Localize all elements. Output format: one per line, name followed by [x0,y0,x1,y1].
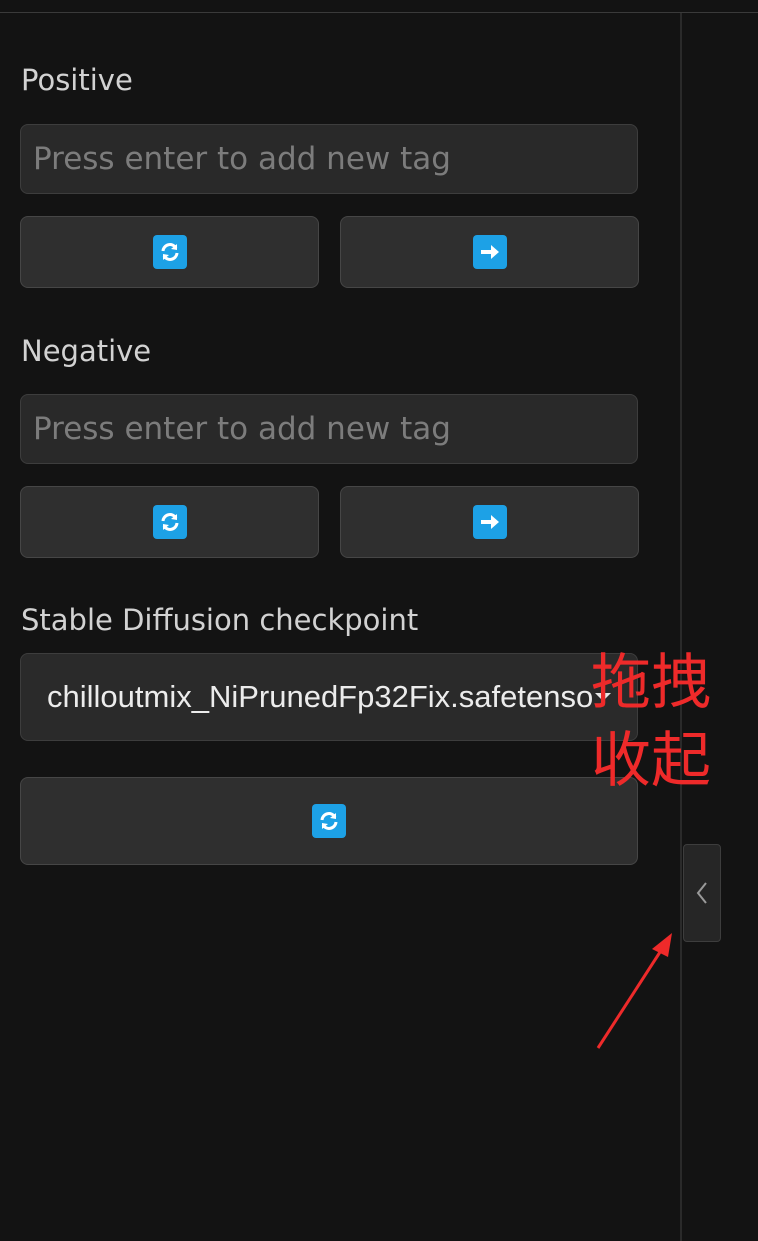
panel-resize-divider[interactable] [680,13,682,1241]
annotation-line-2: 收起 [591,726,711,796]
positive-refresh-button[interactable] [20,216,319,288]
annotation-text: 拖拽 收起 [586,644,716,800]
checkpoint-selected-value: chilloutmix_NiPrunedFp32Fix.safetensors [47,679,593,714]
negative-label: Negative [21,334,152,368]
checkpoint-select[interactable]: chilloutmix_NiPrunedFp32Fix.safetensors [20,653,638,741]
arrow-right-icon [472,505,507,539]
refresh-icon [312,804,346,838]
annotation-arrow-icon [596,933,672,1049]
refresh-icon [152,505,187,539]
positive-label: Positive [21,63,133,97]
annotation-line-1: 拖拽 [591,648,711,718]
checkpoint-label: Stable Diffusion checkpoint [21,603,419,637]
negative-send-button[interactable] [340,486,639,558]
negative-tag-input[interactable] [20,394,638,464]
positive-send-button[interactable] [340,216,639,288]
negative-refresh-button[interactable] [20,486,319,558]
refresh-icon [152,235,187,269]
positive-tag-input[interactable] [20,124,638,194]
chevron-left-icon [694,879,710,907]
arrow-right-icon [472,235,507,269]
sidebar-collapse-handle[interactable] [683,844,721,942]
checkpoint-refresh-button[interactable] [20,777,638,865]
